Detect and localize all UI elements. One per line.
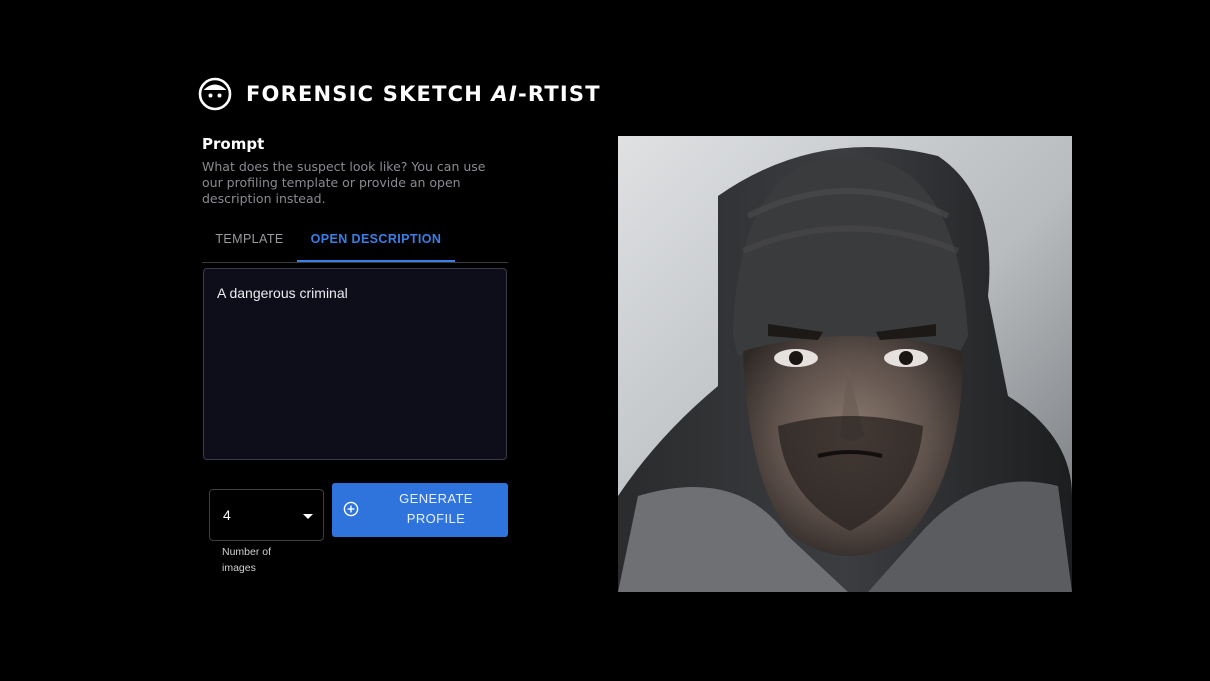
image-count-select[interactable]: 4 [209, 489, 324, 541]
app-title-ai: AI [491, 82, 518, 106]
prompt-heading: Prompt [202, 135, 265, 153]
description-textarea[interactable]: A dangerous criminal [203, 268, 507, 460]
image-count-value: 4 [223, 507, 231, 523]
app-screen: FORENSIC SKETCH AI-RTIST Prompt What doe… [0, 0, 1210, 681]
caret-down-icon [303, 514, 313, 519]
image-count-helper: Number of images [222, 546, 272, 574]
description-value: A dangerous criminal [217, 285, 348, 301]
generated-portrait [618, 136, 1072, 592]
generate-profile-label: GENERATE PROFILE [399, 491, 473, 526]
tab-open-description[interactable]: OPEN DESCRIPTION [297, 222, 455, 262]
face-icon [198, 77, 232, 111]
generate-profile-button[interactable]: GENERATE PROFILE [332, 483, 508, 537]
prompt-description: What does the suspect look like? You can… [202, 159, 486, 206]
add-circle-icon [343, 501, 359, 517]
tab-template[interactable]: TEMPLATE [202, 222, 297, 260]
app-title-main: FORENSIC SKETCH [246, 82, 492, 106]
prompt-tabs: TEMPLATE OPEN DESCRIPTION [202, 222, 508, 263]
app-title: FORENSIC SKETCH AI-RTIST [246, 82, 601, 106]
app-title-suffix: -RTIST [517, 82, 601, 106]
brand-header: FORENSIC SKETCH AI-RTIST [198, 75, 601, 113]
